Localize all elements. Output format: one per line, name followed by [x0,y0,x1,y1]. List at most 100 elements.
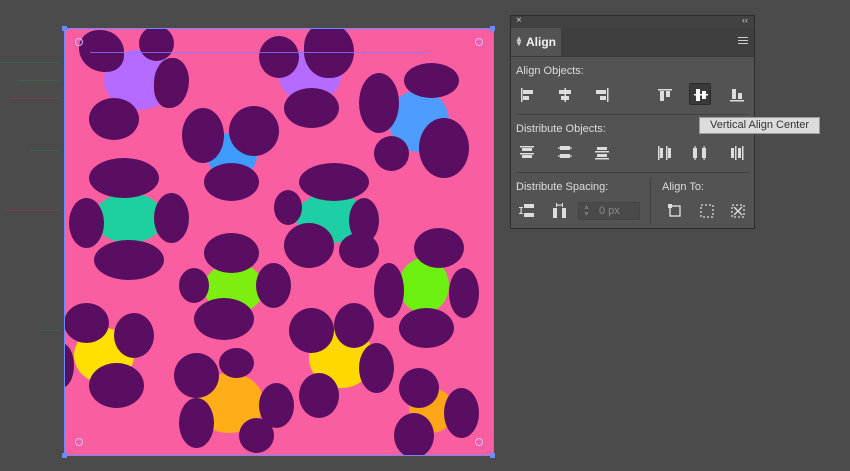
dark-spot [182,108,224,163]
dark-spot [179,398,214,448]
dark-spot [194,298,254,340]
up-down-arrows-icon: ▲ ▼ [515,34,523,48]
panel-tab-bar: ▲ ▼ Align [511,28,754,57]
distribute-objects-label: Distribute Objects: [516,123,606,135]
dark-spot [394,413,434,456]
hamburger-menu-icon[interactable] [738,37,748,46]
stepper-icon[interactable]: ▲ ▼ [583,204,590,218]
distribute-bottom-button[interactable] [591,142,613,164]
distribute-vertical-center-button[interactable] [554,142,576,164]
dark-spot [359,343,394,393]
horizontal-align-center-button[interactable] [554,84,576,106]
dark-spot [89,363,144,408]
align-to-selection-icon [700,204,714,218]
distribute-vertical-center-icon [558,146,572,158]
divider [650,178,651,224]
tab-align-label: Align [526,35,556,49]
dark-spot [229,106,279,156]
selection-handle-top-left[interactable] [62,26,67,31]
tab-align[interactable]: ▲ ▼ Align [511,28,561,56]
distribute-left-icon [658,146,671,160]
dark-spot [259,36,299,78]
distribute-spacing-label: Distribute Spacing: [516,181,609,193]
dark-spot [399,368,439,408]
distribute-horizontal-center-button[interactable] [689,142,711,164]
vertical-distribute-space-icon [519,204,534,217]
distribute-top-icon [520,146,534,158]
dark-spot [374,263,404,318]
align-to-selection-button[interactable] [696,200,718,222]
dark-spot [69,198,104,248]
selection-handle-bottom-left[interactable] [62,453,67,458]
dark-spot [154,193,189,243]
corner-widget[interactable] [475,438,483,446]
horizontal-align-center-icon [559,88,571,102]
dark-spot [204,233,259,273]
spacing-value: 0 px [599,205,620,217]
selection-handle-bottom-right[interactable] [490,453,495,458]
stray-line [0,62,60,63]
corner-widget[interactable] [475,38,483,46]
dark-spot [359,73,399,133]
align-to-label: Align To: [662,181,704,193]
dark-spot [304,28,354,78]
dark-spot [449,268,479,318]
dark-spot [139,28,174,61]
distribute-top-button[interactable] [516,142,538,164]
align-objects-label: Align Objects: [516,65,584,77]
stray-line [10,98,60,99]
dark-spot [64,303,109,343]
distribute-right-button[interactable] [726,142,748,164]
dark-spot [154,58,189,108]
spacing-input[interactable]: ▲ ▼ 0 px [578,202,640,220]
corner-widget[interactable] [75,438,83,446]
align-to-key-object-icon [668,204,681,217]
distribute-horizontal-center-icon [693,146,706,160]
stray-line [40,330,60,331]
vertical-align-bottom-icon [730,89,744,102]
corner-widget[interactable] [75,38,83,46]
tooltip: Vertical Align Center [699,117,820,134]
divider [516,172,749,173]
dark-spot [256,263,291,308]
selection-handle-top-right[interactable] [490,26,495,31]
dark-spot [174,353,219,398]
vertical-align-center-button[interactable] [689,83,711,105]
vertical-align-top-icon [658,89,672,101]
distribute-bottom-icon [595,147,609,160]
horizontal-align-left-icon [521,88,533,102]
divider [516,114,749,115]
dark-spot [114,313,154,358]
vertical-align-bottom-button[interactable] [726,84,748,106]
horizontal-distribute-space-button[interactable] [549,200,571,222]
dark-spot [299,373,339,418]
dark-spot [289,308,334,353]
vertical-align-top-button[interactable] [654,84,676,106]
align-to-artboard-icon [731,204,745,218]
distribute-left-button[interactable] [654,142,676,164]
dark-spot [94,240,164,280]
dark-spot [444,388,479,438]
dark-spot [239,418,274,453]
horizontal-align-right-icon [596,88,609,102]
dark-spot [374,136,409,171]
horizontal-align-left-button[interactable] [516,84,538,106]
vertical-distribute-space-button[interactable] [516,200,538,222]
stray-line [18,80,60,81]
align-to-artboard-button[interactable] [727,200,749,222]
dark-spot [179,268,209,303]
leopard-print-artwork[interactable] [64,28,494,456]
dark-spot [274,190,302,225]
stray-line [30,150,60,151]
dark-spot [299,163,369,201]
smart-guide-line [90,52,430,53]
dark-spot [419,118,469,178]
horizontal-distribute-space-icon [553,203,566,218]
close-icon[interactable]: × [516,15,522,26]
align-to-key-object-button[interactable] [664,200,686,222]
dark-spot [79,30,124,72]
dark-spot [284,88,339,128]
horizontal-align-right-button[interactable] [591,84,613,106]
collapse-icon[interactable]: ‹‹ [742,15,748,25]
stray-line [5,210,60,211]
